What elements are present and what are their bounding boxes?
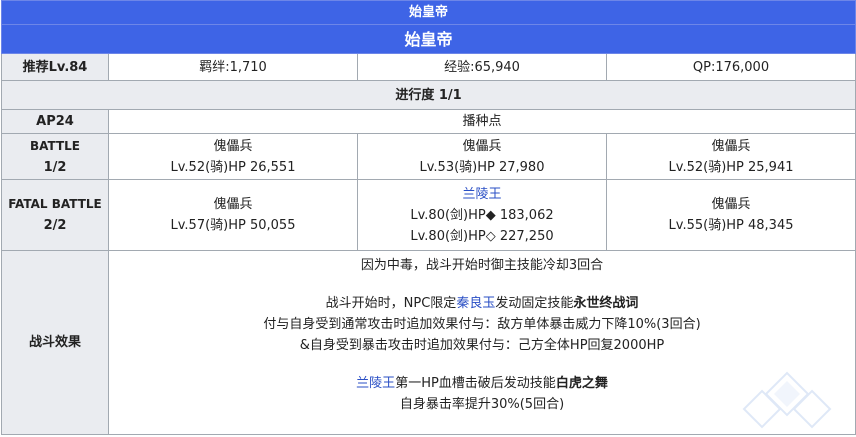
enemy-name: 傀儡兵: [213, 197, 253, 212]
enemy-cell: 傀儡兵 Lv.53(骑)HP 27,980: [357, 133, 607, 180]
battle-1-title: BATTLE: [30, 138, 80, 153]
boss-name-link[interactable]: 兰陵王: [358, 184, 606, 205]
enemy-cell: 傀儡兵 Lv.55(骑)HP 48,345: [605, 179, 856, 251]
enemy-stats: Lv.57(骑)HP 50,055: [170, 218, 296, 233]
effect-npc-skill: 战斗开始时，NPC限定秦良玉发动固定技能永世终战词: [325, 296, 639, 311]
qp-value: QP:176,000: [605, 53, 856, 81]
battle-effects-label: 战斗效果: [1, 250, 109, 435]
enemy-cell: 傀儡兵 Lv.52(骑)HP 26,551: [108, 133, 358, 180]
battle-2-count: 2/2: [43, 218, 67, 233]
boss-hp-bar-1: Lv.80(剑)HP◆ 183,062: [410, 207, 554, 223]
enemy-name: 傀儡兵: [711, 138, 751, 154]
battle-1-count: 1/2: [43, 159, 67, 175]
enemy-stats: Lv.53(骑)HP 27,980: [419, 159, 545, 175]
quest-title: 始皇帝: [0, 24, 856, 54]
battle-1-label: BATTLE 1/2: [1, 133, 109, 180]
enemy-cell: 傀儡兵 Lv.57(骑)HP 50,055: [108, 179, 358, 251]
boss-link-lanling-wang[interactable]: 兰陵王: [356, 376, 395, 391]
effect-normal-attack: 付与自身受到通常攻击时追加效果付与：敌方单体暴击威力下降10%(3回合): [263, 317, 701, 332]
enemy-stats: Lv.55(骑)HP 48,345: [668, 218, 794, 233]
battle-2-title: FATAL BATTLE: [8, 197, 102, 211]
quest-subtitle: 始皇帝: [0, 0, 856, 25]
boss-cell: 兰陵王 Lv.80(剑)HP◆ 183,062 Lv.80(剑)HP◇ 227,…: [357, 179, 607, 251]
battle-2-label: FATAL BATTLE 2/2: [1, 179, 109, 251]
recommended-level: 推荐Lv.84: [1, 53, 109, 81]
effect-critical-attack: &自身受到暴击攻击时追加效果付与：己方全体HP回复2000HP: [299, 338, 665, 353]
skill-name: 白虎之舞: [555, 376, 608, 391]
enemy-name: 傀儡兵: [711, 197, 751, 212]
skill-name: 永世终战词: [573, 296, 639, 311]
enemy-stats: Lv.52(骑)HP 26,551: [170, 159, 296, 175]
exp-value: 经验:65,940: [357, 53, 607, 81]
enemy-stats: Lv.52(骑)HP 25,941: [668, 159, 794, 175]
bond-value: 羁绊:1,710: [108, 53, 358, 81]
effect-poison: 因为中毒，战斗开始时御主技能冷却3回合: [360, 258, 604, 273]
quest-table: 始皇帝 始皇帝 推荐Lv.84 羁绊:1,710 经验:65,940 QP:17…: [0, 0, 856, 435]
boss-hp-bar-2: Lv.80(剑)HP◇ 227,250: [410, 228, 554, 244]
enemy-name: 傀儡兵: [213, 138, 253, 154]
ap-cost: AP24: [1, 109, 109, 134]
watermark-diamond-icon: [742, 371, 832, 429]
progress-label: 进行度 1/1: [0, 80, 856, 110]
quest-info-panel: 始皇帝 始皇帝 推荐Lv.84 羁绊:1,710 经验:65,940 QP:17…: [0, 0, 856, 437]
location-name: 播种点: [107, 109, 856, 134]
enemy-name: 傀儡兵: [462, 138, 502, 154]
npc-link-qin-liangyu[interactable]: 秦良玉: [456, 296, 495, 311]
enemy-cell: 傀儡兵 Lv.52(骑)HP 25,941: [605, 133, 856, 180]
